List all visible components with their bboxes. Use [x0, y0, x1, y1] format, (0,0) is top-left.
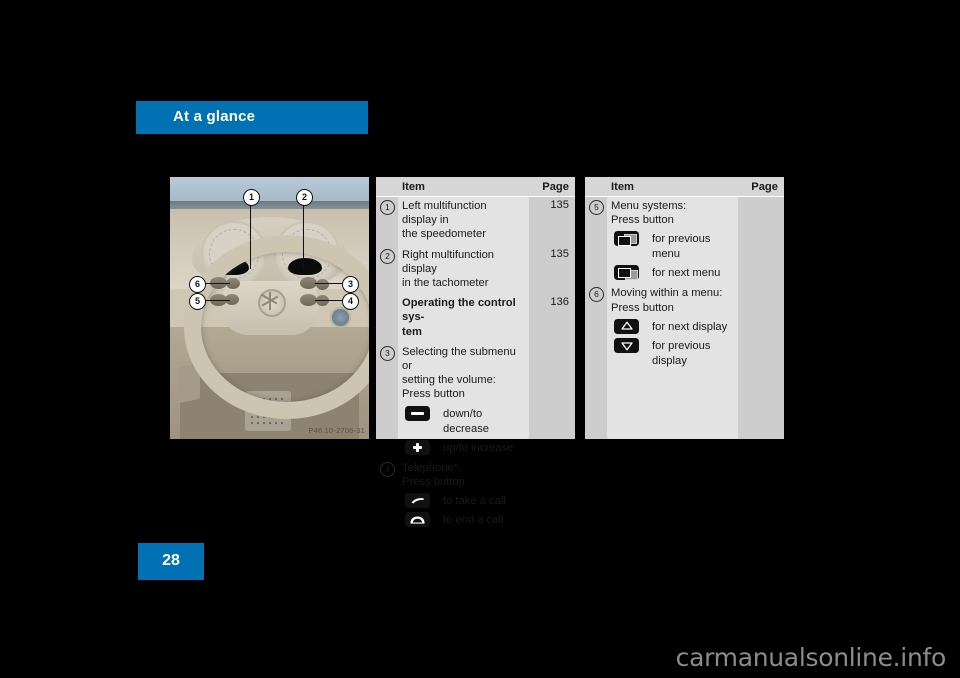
page-number: 28: [162, 552, 180, 569]
icon-row: to take a call: [376, 492, 575, 511]
right-table-rows: 5 Menu systems: Press button for previou…: [585, 196, 784, 439]
table-row: 5 Menu systems: Press button: [585, 196, 784, 230]
steering-wheel-figure: 1 2 3 4 5 6 P46.10-2706-31: [170, 177, 369, 439]
item-text-line: Press button: [611, 214, 674, 227]
callout-6: 6: [189, 276, 206, 293]
icon-row: for next display: [585, 318, 784, 337]
icon-row: for next menu: [585, 264, 784, 283]
item-text-line: setting the volume:: [402, 374, 496, 387]
item-number: 5: [589, 200, 604, 215]
item-text-line: Press button: [611, 301, 674, 314]
item-text-line: Moving within a menu:: [611, 287, 723, 300]
table-row: 3 Selecting the submenu or setting the v…: [376, 342, 575, 405]
leader-line-5: [204, 300, 230, 302]
next-menu-icon: [615, 266, 638, 280]
table-row: 1 Left multifunction display in the spee…: [376, 196, 575, 245]
page-reference: 135: [550, 247, 569, 260]
icon-row: down/to decrease: [376, 405, 575, 439]
left-table: Item Page 1 Left multifunction display i…: [376, 177, 575, 527]
right-table: Item Page 5 Menu systems: Press button f…: [585, 177, 784, 439]
column-header-item: Item: [402, 181, 426, 193]
item-text-line: Operating the control sys-: [402, 297, 516, 324]
item-text-line: Press button: [402, 475, 465, 488]
item-text-line: Menu systems:: [611, 200, 687, 212]
callout-3: 3: [342, 276, 359, 293]
leader-line-6: [204, 283, 230, 285]
icon-row-label: down/to decrease: [443, 407, 490, 435]
arrow-up-icon: [615, 319, 638, 333]
phone-end-call-icon: [406, 513, 429, 527]
item-text-line: Left multifunction display in: [402, 200, 487, 227]
column-header-page: Page: [751, 181, 778, 193]
page-title: At a glance: [173, 108, 256, 125]
left-table-header: Item Page: [376, 177, 575, 197]
icon-row: for previous display: [585, 337, 784, 371]
callout-2: 2: [296, 189, 313, 206]
site-watermark: carmanualsonline.info: [675, 643, 947, 672]
table-row: 2 Right multifunction display in the tac…: [376, 245, 575, 294]
item-number: 6: [589, 287, 604, 303]
item-text-line: the speedometer: [402, 228, 486, 241]
table-row-heading: Operating the control sys- tem 136: [376, 293, 575, 342]
item-number: 2: [380, 248, 395, 264]
menu-icon-front-pane: [618, 235, 631, 246]
item-text-line: Telephone*:: [402, 461, 462, 474]
wheel-button-3b: [316, 279, 329, 290]
icon-row-label: for previous display: [652, 339, 711, 367]
menu-icon-front-pane: [618, 268, 631, 279]
item-number: 1: [380, 200, 395, 215]
phone-take-call-icon: [406, 494, 429, 508]
table-row: 6 Moving within a menu: Press button: [585, 283, 784, 317]
leader-line-2: [303, 203, 305, 269]
ignition-lock: [330, 307, 351, 328]
icon-row-label: to end a call: [443, 514, 504, 527]
page-reference: 136: [550, 296, 569, 309]
left-table-rows: 1 Left multifunction display in the spee…: [376, 196, 575, 527]
right-table-header: Item Page: [585, 177, 784, 197]
column-header-item: Item: [611, 181, 635, 193]
item-text-line: in the tachometer: [402, 277, 489, 290]
icon-row: to end a call: [376, 511, 575, 530]
section-banner: At a glance: [136, 101, 368, 134]
item-text-line: Press button: [402, 388, 465, 401]
icon-row: up/to increase: [376, 439, 575, 458]
plus-button-icon: [406, 440, 429, 454]
icon-row-label: for previous menu: [652, 233, 711, 261]
figure-code: P46.10-2706-31: [308, 426, 365, 435]
leader-line-4: [315, 300, 343, 302]
item-text-line: Selecting the submenu or: [402, 345, 516, 373]
column-header-page: Page: [542, 181, 569, 193]
item-text-line: tem: [402, 325, 422, 338]
leader-line-3: [315, 283, 343, 285]
table-row: 4 Telephone*: Press button: [376, 458, 575, 492]
minus-button-icon: [406, 406, 429, 420]
callout-4: 4: [342, 293, 359, 310]
item-number: 4: [380, 461, 395, 477]
icon-row-label: for next display: [652, 320, 728, 333]
page-reference: 135: [550, 199, 569, 211]
icon-row-label: up/to increase: [443, 441, 514, 454]
page-number-block: 28: [138, 543, 204, 580]
previous-menu-icon: [615, 232, 638, 246]
callout-5: 5: [189, 293, 206, 310]
item-text-line: Right multifunction display: [402, 248, 495, 275]
icon-row-label: to take a call: [443, 495, 506, 508]
item-number: 3: [380, 345, 395, 361]
callout-1: 1: [243, 189, 260, 206]
leader-line-1: [250, 203, 252, 269]
icon-row: for previous menu: [585, 230, 784, 264]
manual-page: At a glance 1 2 3 4 5 6 P46.10-2706-31 I…: [0, 0, 960, 678]
arrow-down-icon: [615, 338, 638, 352]
icon-row-label: for next menu: [652, 267, 721, 280]
